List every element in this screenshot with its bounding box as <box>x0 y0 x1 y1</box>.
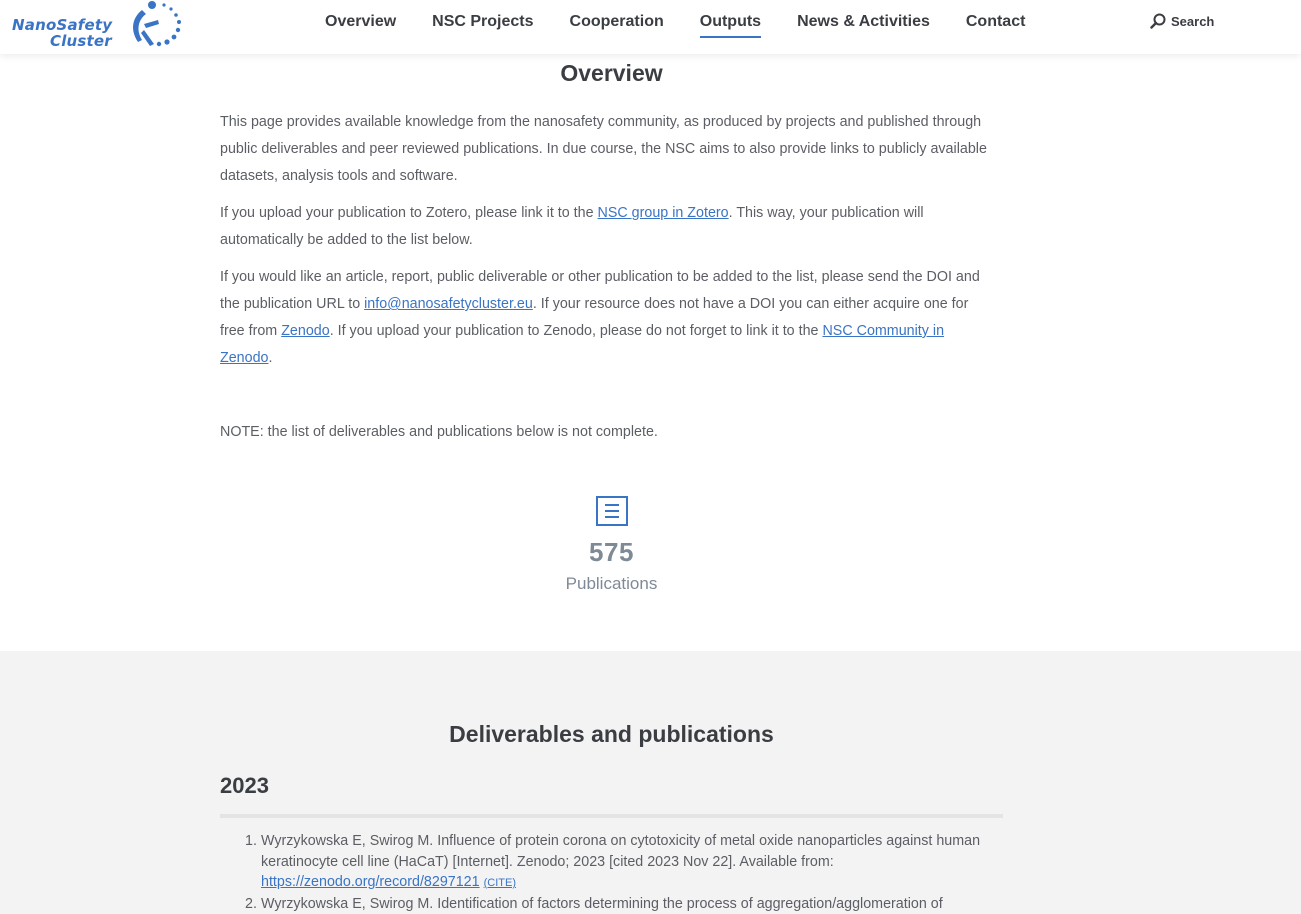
main-nav: Overview NSC Projects Cooperation Output… <box>325 0 1061 54</box>
zotero-text-before: If you upload your publication to Zotero… <box>220 205 598 221</box>
search-button[interactable]: Search <box>1150 13 1214 29</box>
document-list-icon <box>595 496 628 526</box>
intro-paragraph: This page provides available knowledge f… <box>220 114 987 184</box>
publications-section: Deliverables and publications 2023 1. Wy… <box>0 651 1301 914</box>
note-text: NOTE: the list of deliverables and publi… <box>220 424 658 440</box>
publications-count: 575 <box>589 537 634 567</box>
publication-text: Wyrzykowska E, Swirog M. Influence of pr… <box>261 833 981 870</box>
site-logo[interactable]: NanoSafety Cluster <box>10 0 190 50</box>
zenodo-link[interactable]: Zenodo <box>281 323 330 339</box>
publications-count-label: Publications <box>565 574 658 593</box>
publication-item: 2. Wyrzykowska E, Swirog M. Identificati… <box>220 894 1003 914</box>
submission-text-d: . <box>268 350 273 366</box>
year-divider <box>220 814 1003 818</box>
section-title: Deliverables and publications <box>449 721 774 747</box>
search-label: Search <box>1171 13 1215 29</box>
page-title: Overview <box>560 60 663 86</box>
publication-link[interactable]: https://zenodo.org/record/8297121 <box>261 874 480 890</box>
site-header: NanoSafety Cluster Overview NSC Projects… <box>0 0 1301 54</box>
nsc-zotero-link[interactable]: NSC group in Zotero <box>598 205 729 221</box>
publication-number: 1. <box>245 833 257 849</box>
email-link[interactable]: info@nanosafetycluster.eu <box>364 296 533 312</box>
cite-link[interactable]: (CITE) <box>484 877 516 889</box>
submission-paragraph: If you would like an article, report, pu… <box>220 264 990 372</box>
publication-number: 2. <box>245 895 257 912</box>
nav-contact[interactable]: Contact <box>966 0 1026 42</box>
nav-overview[interactable]: Overview <box>325 0 396 42</box>
submission-text-c: . If you upload your publication to Zeno… <box>329 323 823 339</box>
nav-news-activities[interactable]: News & Activities <box>797 0 930 42</box>
publication-text: Wyrzykowska E, Swirog M. Identification … <box>261 895 943 912</box>
publications-counter: 575 Publications <box>220 496 1003 594</box>
zotero-paragraph: If you upload your publication to Zotero… <box>220 200 990 254</box>
nav-nsc-projects[interactable]: NSC Projects <box>432 0 533 42</box>
logo-figure-icon <box>133 1 181 47</box>
publication-list: 1. Wyrzykowska E, Swirog M. Influence of… <box>220 831 1003 914</box>
search-icon <box>1150 13 1166 29</box>
nav-cooperation[interactable]: Cooperation <box>570 0 664 42</box>
publication-item: 1. Wyrzykowska E, Swirog M. Influence of… <box>220 831 1003 894</box>
nav-outputs[interactable]: Outputs <box>699 0 762 42</box>
logo-text-line2: Cluster <box>50 32 112 50</box>
year-heading: 2023 <box>220 773 269 798</box>
